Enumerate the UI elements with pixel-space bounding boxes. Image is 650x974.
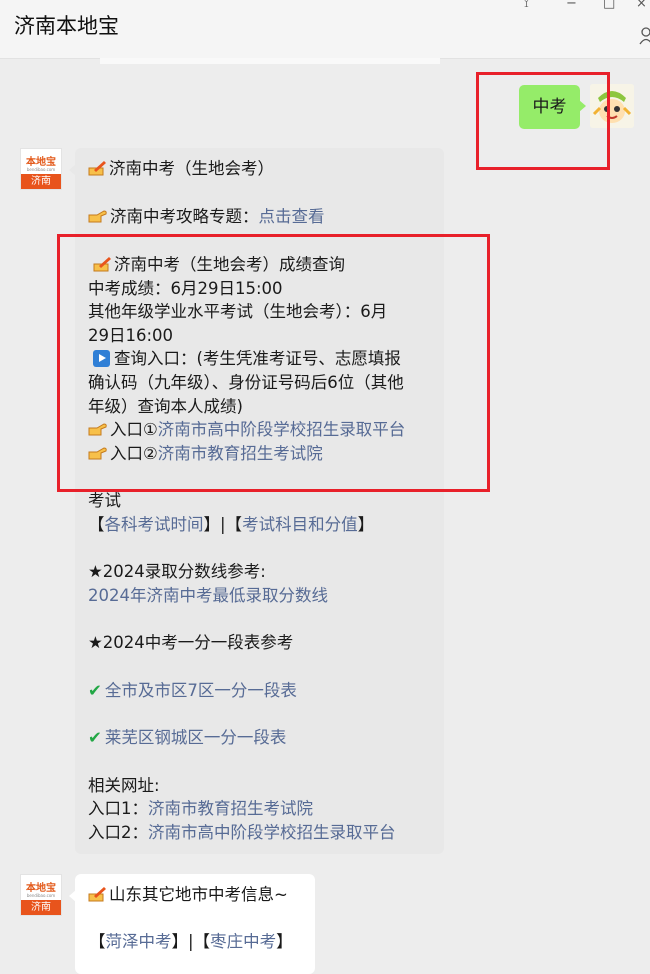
logo-brand-text: 本地宝 — [26, 157, 56, 168]
logo-city-text: 济南 — [21, 900, 61, 915]
reply-line: 济南中考（生地会考） — [88, 157, 274, 181]
maximize-icon[interactable]: □ — [603, 0, 615, 11]
rank-table-laiwu-link[interactable]: 莱芜区钢城区一分一段表 — [105, 728, 287, 747]
sender-avatar[interactable]: 本地宝 bendibao.com 济南 — [20, 874, 62, 916]
sender-avatar[interactable]: 本地宝 bendibao.com 济南 — [20, 148, 62, 190]
logo-url-text: bendibao.com — [26, 167, 56, 172]
reply-line: 【各科考试时间】|【考试科目和分值】 — [88, 515, 375, 534]
scroll-remnant — [100, 58, 440, 64]
pencil-icon — [88, 887, 106, 902]
reply-line: ★2024录取分数线参考: — [88, 562, 266, 581]
reply-line: 相关网址: — [88, 776, 160, 795]
contact-icon[interactable] — [639, 27, 650, 45]
reply-line: 考试 — [88, 491, 121, 510]
rank-table-city-link[interactable]: 全市及市区7区一分一段表 — [105, 681, 297, 700]
reply-line: 山东其它地市中考信息~ — [88, 883, 288, 907]
topic-link[interactable]: 点击查看 — [259, 207, 325, 226]
reply-bubble-2[interactable]: 山东其它地市中考信息~ 【菏泽中考】|【枣庄中考】 — [69, 874, 315, 974]
reply-line: ✔ 全市及市区7区一分一段表 — [88, 679, 297, 703]
chat-title: 济南本地宝 — [14, 14, 119, 38]
reply-line: 入口2：济南市高中阶段学校招生录取平台 — [88, 823, 396, 842]
exam-schedule-link[interactable]: 各科考试时间 — [105, 515, 204, 534]
pencil-icon — [88, 161, 106, 176]
reply-line: 入口1：济南市教育招生考试院 — [88, 799, 313, 818]
reply-line: 济南中考攻略专题：点击查看 — [88, 205, 325, 229]
reply-line: 【菏泽中考】|【枣庄中考】 — [89, 932, 293, 951]
reply-line: ✔ 莱芜区钢城区一分一段表 — [88, 726, 286, 750]
logo-city-text: 济南 — [21, 174, 61, 189]
related-admission-platform-link[interactable]: 济南市高中阶段学校招生录取平台 — [148, 823, 396, 842]
pointing-hand-icon — [88, 210, 107, 223]
close-icon[interactable]: × — [636, 0, 647, 11]
reply-line: ★2024中考一分一段表参考 — [88, 633, 294, 652]
minimize-icon[interactable]: − — [566, 0, 577, 11]
highlight-box-score — [57, 234, 490, 492]
title-bar: 济南本地宝 ⟟ − □ × — [0, 0, 650, 59]
logo-url-text: bendibao.com — [26, 893, 56, 898]
heze-link[interactable]: 菏泽中考 — [106, 932, 172, 951]
related-exam-institute-link[interactable]: 济南市教育招生考试院 — [148, 799, 313, 818]
exam-subjects-link[interactable]: 考试科目和分值 — [242, 515, 358, 534]
pin-icon[interactable]: ⟟ — [524, 0, 529, 11]
check-icon: ✔ — [88, 681, 102, 700]
highlight-box-sent — [476, 72, 610, 170]
logo-brand-text: 本地宝 — [26, 883, 56, 894]
check-icon: ✔ — [88, 728, 102, 747]
zaozhuang-link[interactable]: 枣庄中考 — [210, 932, 276, 951]
score-line-link[interactable]: 2024年济南中考最低录取分数线 — [88, 584, 328, 608]
